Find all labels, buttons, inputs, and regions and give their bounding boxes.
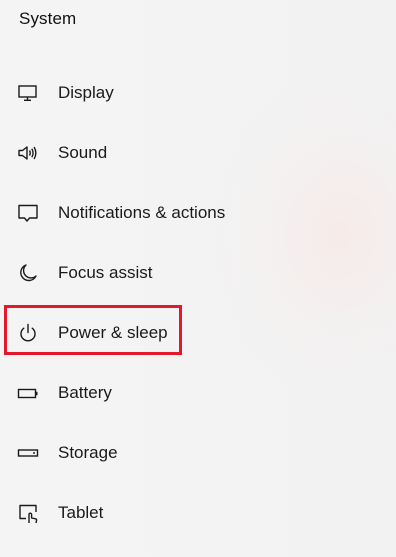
nav-item-storage[interactable]: Storage	[0, 423, 396, 483]
nav-item-label: Display	[58, 83, 114, 102]
storage-icon	[17, 442, 39, 464]
display-icon	[17, 82, 39, 104]
settings-nav-panel: System Display Sound Notifications & act…	[0, 0, 396, 557]
nav-item-focus-assist[interactable]: Focus assist	[0, 243, 396, 303]
nav-item-label: Sound	[58, 143, 108, 162]
tablet-icon	[17, 502, 39, 524]
nav-item-label: Notifications & actions	[58, 203, 226, 222]
nav-item-power-sleep[interactable]: Power & sleep	[0, 303, 396, 363]
nav-item-tablet[interactable]: Tablet	[0, 483, 396, 543]
nav-item-display[interactable]: Display	[0, 63, 396, 123]
moon-icon	[17, 262, 39, 284]
nav-item-sound[interactable]: Sound	[0, 123, 396, 183]
power-icon	[17, 322, 39, 344]
notification-icon	[17, 202, 39, 224]
battery-icon	[17, 382, 39, 404]
nav-item-label: Storage	[58, 443, 118, 462]
nav-item-label: Power & sleep	[58, 323, 168, 342]
nav-item-label: Battery	[58, 383, 112, 402]
section-title: System	[19, 9, 77, 28]
nav-item-label: Focus assist	[58, 263, 153, 282]
speaker-icon	[17, 142, 39, 164]
nav-item-battery[interactable]: Battery	[0, 363, 396, 423]
nav-item-label: Tablet	[58, 503, 104, 522]
nav-item-notifications[interactable]: Notifications & actions	[0, 183, 396, 243]
